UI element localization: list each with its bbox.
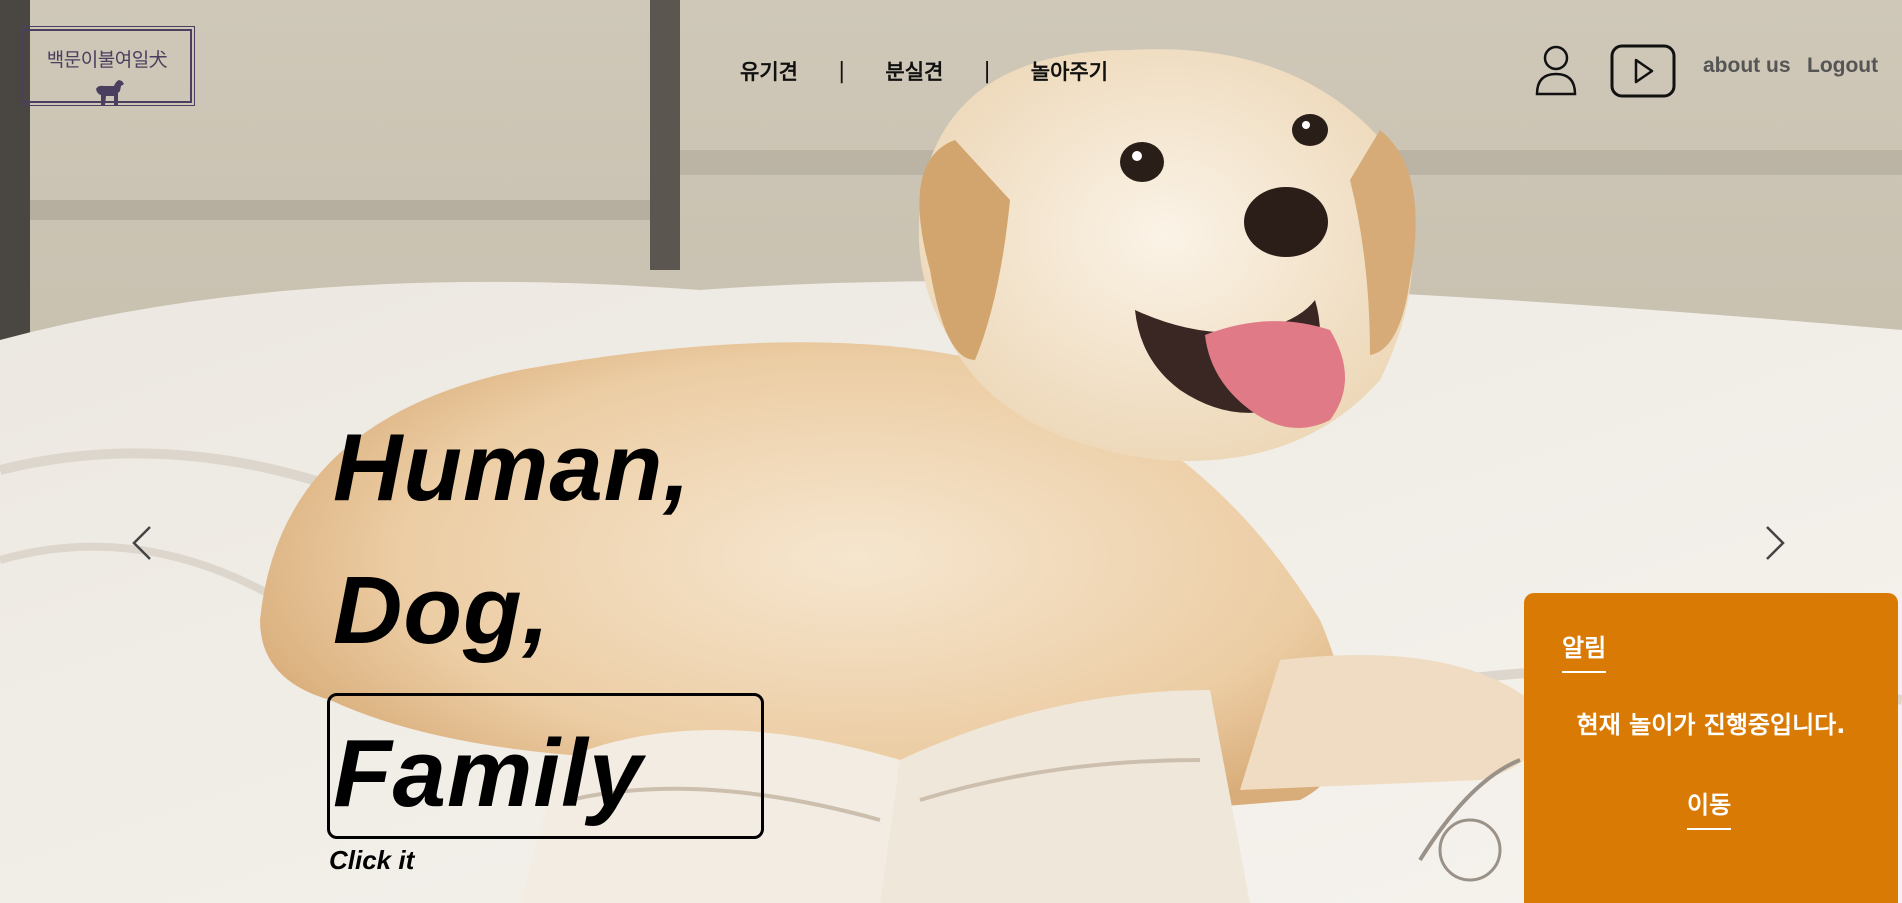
notice-message: 현재 놀이가 진행중입니다. [1576,711,1846,739]
headline-family[interactable]: Family [333,726,643,822]
site-logo[interactable]: 백문이불여일犬 [19,26,195,106]
nav-item-lost-dogs[interactable]: 분실견 [885,56,943,86]
headline-human: Human, [333,414,692,521]
notice-go-button[interactable]: 이동 [1687,785,1732,830]
chevron-left-icon[interactable] [130,523,154,563]
nav-item-play[interactable]: 놀아주기 [1031,56,1108,86]
nav-separator: | [837,58,846,84]
headline-dog: Dog, [333,557,551,664]
user-icon[interactable] [1534,44,1578,96]
play-icon[interactable] [1610,44,1676,98]
chevron-right-icon[interactable] [1763,523,1787,563]
logo-text: 백문이불여일犬 [46,49,168,71]
notice-title: 알림 [1562,628,1607,673]
hero-banner: 백문이불여일犬 유기견 | 분실견 | 놀아주기 about us Logout… [0,0,1902,903]
about-us-link[interactable]: about us [1703,54,1791,78]
logout-link[interactable]: Logout [1807,54,1878,78]
dog-icon [96,80,124,105]
main-nav: 유기견 | 분실견 | 놀아주기 [740,56,1108,86]
nav-separator: | [983,58,991,84]
click-it-label[interactable]: Click it [329,845,414,876]
notice-panel: 알림 현재 놀이가 진행중입니다. 이동 [1524,593,1898,903]
nav-item-abandoned-dogs[interactable]: 유기견 [740,56,798,86]
